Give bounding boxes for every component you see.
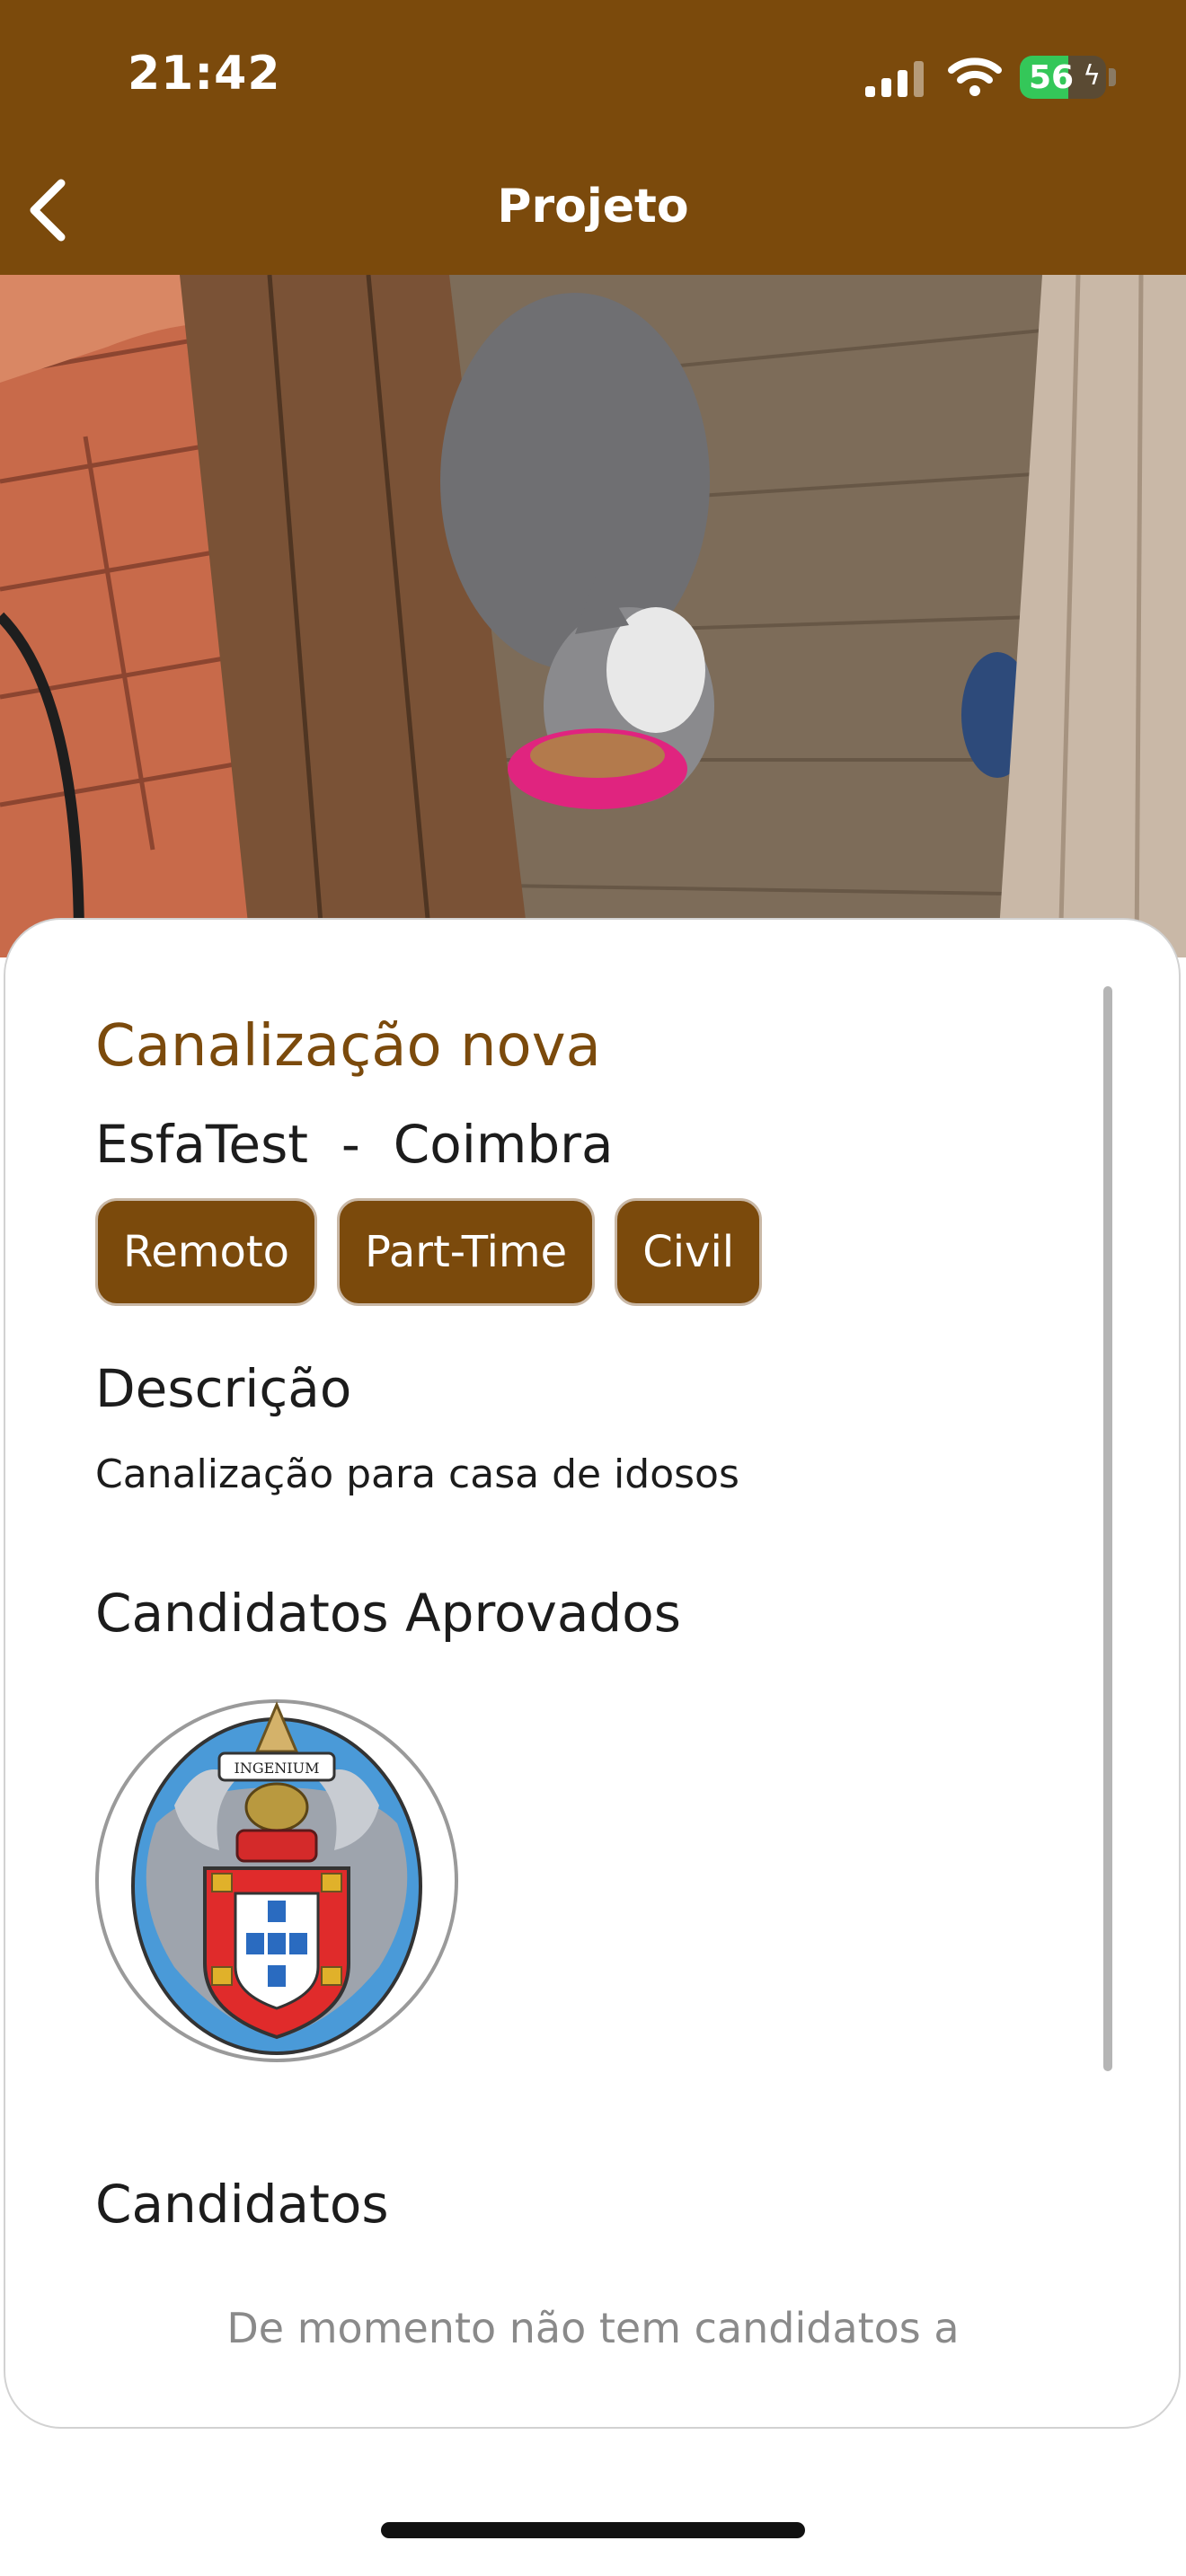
project-photo: [0, 275, 1186, 957]
app-header: 21:42 56 ϟ Projeto: [0, 0, 1186, 275]
battery-cap: [1109, 68, 1116, 86]
tag-part-time: Part-Time: [337, 1198, 596, 1306]
wifi-icon: [948, 57, 1002, 96]
avatar-seal-motto: INGENIUM: [235, 1760, 320, 1777]
project-title: Canalização nova: [95, 1013, 601, 1080]
description-text: Canalização para casa de idosos: [95, 1451, 739, 1497]
description-heading: Descrição: [95, 1358, 352, 1419]
scrollbar[interactable]: [1103, 986, 1112, 2071]
charging-bolt-icon: ϟ: [1083, 60, 1101, 92]
approved-candidates-heading: Candidatos Aprovados: [95, 1583, 681, 1644]
cellular-signal-icon: [865, 61, 924, 97]
home-indicator[interactable]: [381, 2522, 805, 2538]
status-time: 21:42: [128, 47, 281, 101]
approved-candidate-avatar[interactable]: INGENIUM: [93, 1698, 460, 2064]
battery-percent: 56: [1029, 59, 1075, 96]
tag-list: Remoto Part-Time Civil: [95, 1198, 763, 1306]
tag-civil: Civil: [615, 1198, 763, 1306]
battery-charging-icon: 56 ϟ: [1020, 56, 1106, 99]
page-title: Projeto: [497, 180, 689, 234]
company-location: EsfaTest - Coimbra: [95, 1114, 614, 1175]
empty-candidates-message: De momento não tem candidatos a: [226, 2304, 960, 2352]
tag-remote: Remoto: [95, 1198, 318, 1306]
candidates-heading: Candidatos: [95, 2174, 389, 2235]
